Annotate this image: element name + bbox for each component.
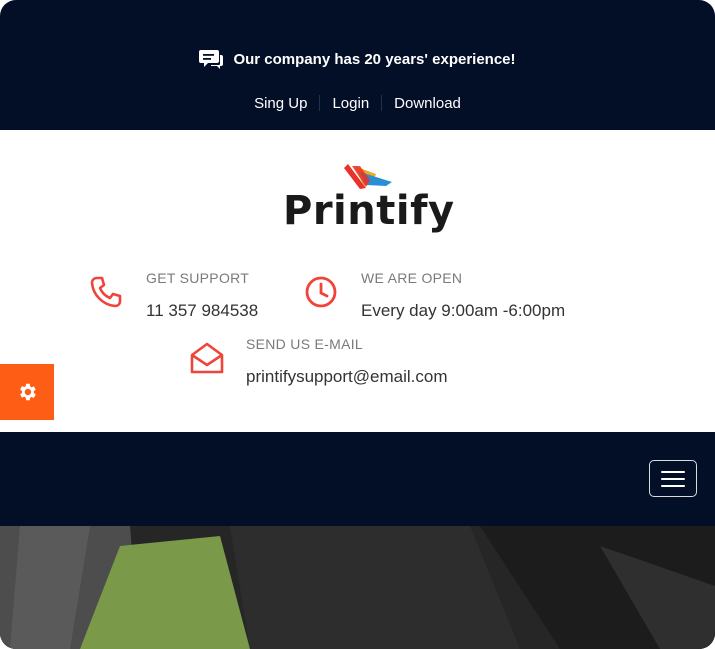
- announcement-text: Our company has 20 years' experience!: [233, 50, 516, 68]
- hours-value: Every day 9:00am -6:00pm: [361, 301, 566, 320]
- support-label: GET SUPPORT: [146, 270, 250, 286]
- hours-info: WE ARE OPEN Every day 9:00am -6:00pm: [303, 268, 603, 328]
- chat-bubble-icon: [199, 48, 224, 70]
- menu-bar: [661, 477, 685, 480]
- announcement: Our company has 20 years' experience!: [0, 46, 715, 72]
- menu-bar: [661, 484, 685, 487]
- settings-toggle-button[interactable]: [0, 364, 54, 420]
- hours-label: WE ARE OPEN: [361, 270, 463, 286]
- email-label: SEND US E-MAIL: [246, 336, 363, 352]
- brand-logo[interactable]: Printify: [280, 160, 454, 240]
- page: Our company has 20 years' experience! Si…: [0, 0, 715, 649]
- hero-image: [0, 526, 715, 649]
- top-bar: Our company has 20 years' experience! Si…: [0, 0, 715, 130]
- phone-icon: [88, 274, 124, 315]
- menu-bar: [661, 470, 685, 473]
- login-link[interactable]: Login: [320, 95, 381, 112]
- hamburger-menu-button[interactable]: [649, 460, 697, 497]
- support-phone[interactable]: 11 357 984538: [146, 301, 258, 321]
- download-link[interactable]: Download: [382, 95, 473, 112]
- email-info: SEND US E-MAIL printifysupport@email.com: [188, 334, 488, 394]
- email-address[interactable]: printifysupport@email.com: [246, 367, 448, 387]
- main-navbar: [0, 432, 715, 526]
- top-links: Sing Up Login Download: [0, 92, 715, 114]
- gear-icon: [20, 383, 36, 401]
- clock-icon: [303, 274, 339, 315]
- envelope-open-icon: [188, 340, 226, 381]
- support-info: GET SUPPORT 11 357 984538: [88, 268, 288, 328]
- brand-name: Printify: [283, 188, 455, 234]
- signup-link[interactable]: Sing Up: [242, 95, 319, 112]
